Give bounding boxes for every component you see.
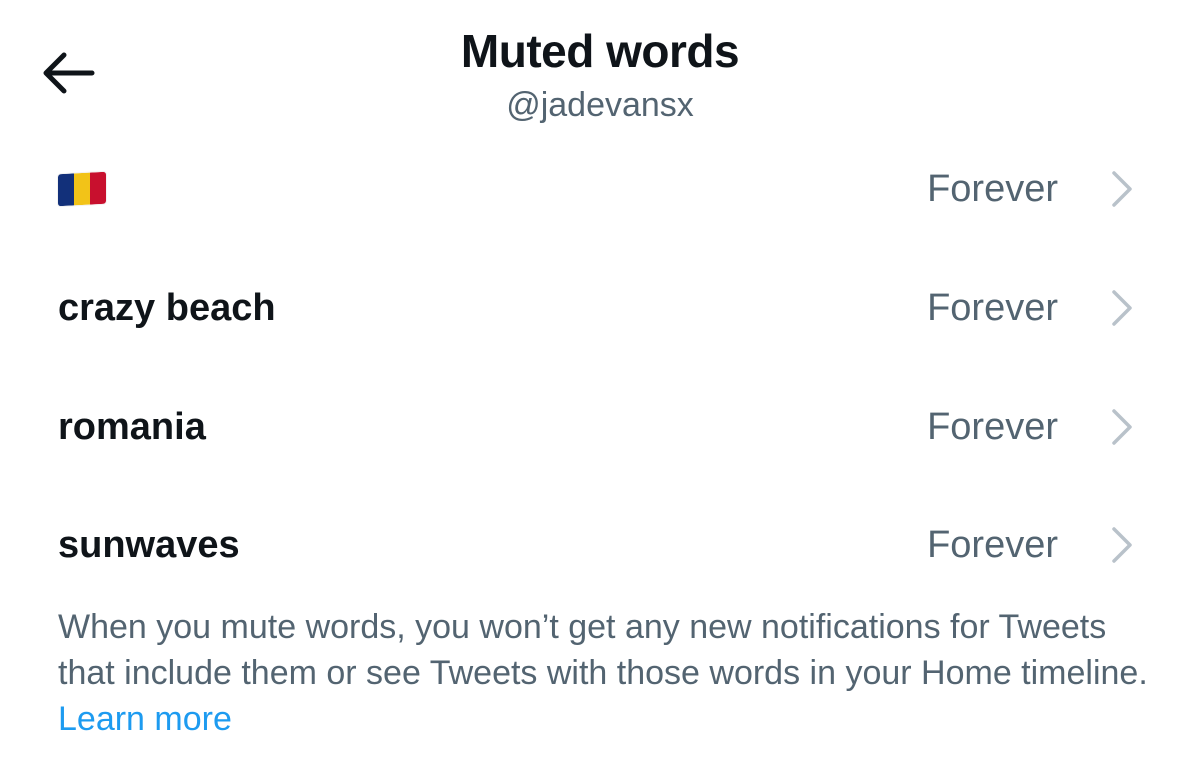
title-block: Muted words @jadevansx	[300, 20, 900, 128]
muted-word-row[interactable]: sunwaves Forever	[0, 486, 1200, 604]
chevron-right-icon	[1104, 130, 1140, 248]
flag-stripe	[90, 171, 106, 205]
back-button[interactable]	[30, 40, 106, 106]
page-title: Muted words	[460, 25, 740, 77]
chevron-right-icon	[1104, 368, 1140, 486]
header: Muted words @jadevansx	[0, 0, 1200, 140]
muted-word-row[interactable]: Forever	[0, 130, 1200, 248]
muted-word: crazy beach	[58, 286, 276, 329]
muted-word-flag	[58, 130, 106, 248]
mute-duration: Forever	[927, 405, 1058, 448]
mute-duration: Forever	[927, 523, 1058, 566]
mute-duration: Forever	[927, 286, 1058, 329]
muted-word: romania	[58, 405, 206, 448]
username: @jadevansx	[506, 86, 694, 124]
learn-more-link[interactable]: Learn more	[58, 700, 232, 738]
info-text: When you mute words, you won’t get any n…	[58, 608, 1148, 692]
muted-words-info: When you mute words, you won’t get any n…	[58, 604, 1168, 742]
romania-flag-icon	[58, 171, 106, 207]
mute-duration: Forever	[927, 167, 1058, 210]
muted-words-screen: Muted words @jadevansx Forever crazy bea…	[0, 0, 1200, 776]
arrow-left-icon	[43, 52, 95, 94]
chevron-right-icon	[1104, 249, 1140, 367]
flag-stripe	[58, 173, 74, 207]
muted-word-row[interactable]: crazy beach Forever	[0, 249, 1200, 367]
muted-word: sunwaves	[58, 523, 240, 566]
flag-stripe	[74, 172, 90, 206]
chevron-right-icon	[1104, 486, 1140, 604]
muted-word-row[interactable]: romania Forever	[0, 368, 1200, 486]
